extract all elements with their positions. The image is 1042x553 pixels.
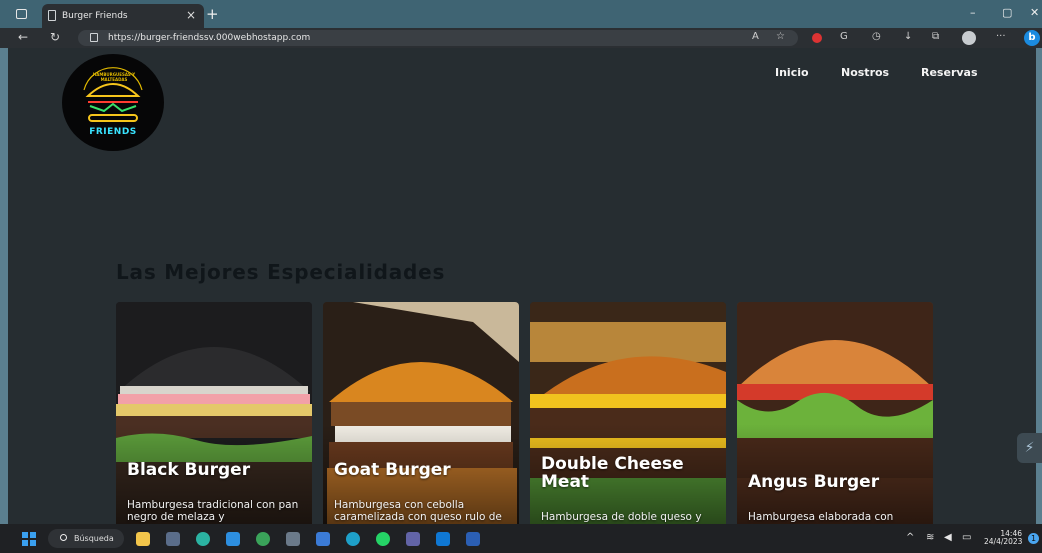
new-tab-icon[interactable]: + (206, 5, 219, 23)
teams-icon[interactable] (406, 532, 420, 546)
refresh-icon[interactable]: ↻ (50, 30, 60, 44)
section-title: Las Mejores Especialidades (116, 260, 446, 284)
card-description: Hamburgesa de doble queso y (541, 511, 702, 523)
collections-icon[interactable]: ⧉ (932, 31, 939, 42)
card-goat-burger[interactable]: Goat Burger Hamburgesa con cebolla caram… (323, 302, 519, 524)
logo-top-text: HAMBURGUESAS Y MALTEADAS (92, 72, 136, 82)
close-window-icon[interactable]: ✕ (1030, 6, 1039, 19)
tab-title: Burger Friends (62, 11, 128, 21)
clock-date: 24/4/2023 (984, 537, 1023, 546)
maximize-icon[interactable]: ▢ (1002, 6, 1012, 19)
battery-icon[interactable]: ▭ (962, 532, 971, 543)
browser-icon[interactable] (346, 532, 360, 546)
nav-inicio[interactable]: Inicio (775, 66, 809, 79)
card-description: Hamburgesa tradicional con pan negro de … (127, 499, 299, 523)
file-explorer-icon[interactable] (136, 532, 150, 546)
more-menu-icon[interactable]: ··· (996, 31, 1006, 42)
nav-nosotros[interactable]: Nostros (841, 66, 889, 79)
card-title: Goat Burger (334, 460, 451, 480)
card-title: Black Burger (127, 460, 251, 480)
store-icon[interactable] (166, 532, 180, 546)
wifi-icon[interactable]: ≋ (926, 532, 934, 543)
nav-reservas[interactable]: Reservas (921, 66, 978, 79)
card-description: Hamburgesa elaborada con (748, 511, 894, 523)
window-menu-icon[interactable] (16, 9, 27, 19)
favorite-icon[interactable]: ☆ (776, 31, 785, 42)
browser-tab[interactable]: Burger Friends × (42, 4, 204, 28)
read-aloud-icon[interactable]: A (752, 31, 759, 42)
downloads-icon[interactable]: ↓ (904, 31, 912, 42)
address-toolbar: ← ↻ https://burger-friendssv.000webhosta… (0, 28, 1042, 48)
browser-tab-bar: Burger Friends × + – ▢ ✕ (0, 0, 1042, 28)
notes-icon[interactable] (316, 532, 330, 546)
minimize-icon[interactable]: – (970, 6, 976, 19)
start-button[interactable] (22, 532, 36, 546)
bing-icon[interactable]: b (1024, 30, 1040, 46)
url-text: https://burger-friendssv.000webhostapp.c… (108, 33, 311, 43)
search-label: Búsqueda (74, 534, 114, 543)
site-logo[interactable]: HAMBURGUESAS Y MALTEADAS FRIENDS (62, 54, 164, 151)
extension-icon[interactable] (812, 33, 822, 43)
webpage: HAMBURGUESAS Y MALTEADAS FRIENDS Inicio … (8, 48, 1036, 524)
volume-icon[interactable]: ◀ (944, 532, 952, 543)
logo-bottom-text: FRIENDS (89, 127, 137, 137)
search-icon (60, 534, 67, 541)
notification-icon[interactable]: 1 (1028, 533, 1039, 544)
windows-taskbar: Búsqueda ^ ≋ ◀ ▭ 14:46 24/4/2023 1 (0, 524, 1042, 553)
chrome-icon[interactable] (256, 532, 270, 546)
close-tab-icon[interactable]: × (186, 8, 196, 22)
tray-chevron-icon[interactable]: ^ (906, 532, 914, 543)
card-double-cheese[interactable]: Double Cheese Meat Hamburgesa de doble q… (530, 302, 726, 524)
card-title: Double Cheese Meat (541, 454, 684, 492)
card-black-burger[interactable]: Black Burger Hamburgesa tradicional con … (116, 302, 312, 524)
back-icon[interactable]: ← (18, 30, 28, 44)
card-description: Hamburgesa con cebolla caramelizada con … (334, 499, 502, 523)
whatsapp-icon[interactable] (376, 532, 390, 546)
sidebar-toggle-icon[interactable]: ⚡ (1017, 433, 1042, 463)
word-icon[interactable] (466, 532, 480, 546)
outlook-icon[interactable] (436, 532, 450, 546)
vscode-icon[interactable] (226, 532, 240, 546)
card-title: Angus Burger (748, 472, 880, 492)
history-icon[interactable]: ◷ (872, 31, 881, 42)
taskbar-search[interactable]: Búsqueda (48, 529, 124, 548)
extension-g-icon[interactable]: G (840, 31, 848, 42)
edge-icon[interactable] (196, 532, 210, 546)
card-angus-burger[interactable]: Angus Burger Hamburgesa elaborada con (737, 302, 933, 524)
profile-avatar[interactable] (962, 31, 976, 45)
page-icon (48, 10, 56, 21)
address-input[interactable]: https://burger-friendssv.000webhostapp.c… (78, 30, 798, 46)
calculator-icon[interactable] (286, 532, 300, 546)
clock[interactable]: 14:46 24/4/2023 (984, 530, 1022, 546)
lock-icon (90, 33, 98, 42)
